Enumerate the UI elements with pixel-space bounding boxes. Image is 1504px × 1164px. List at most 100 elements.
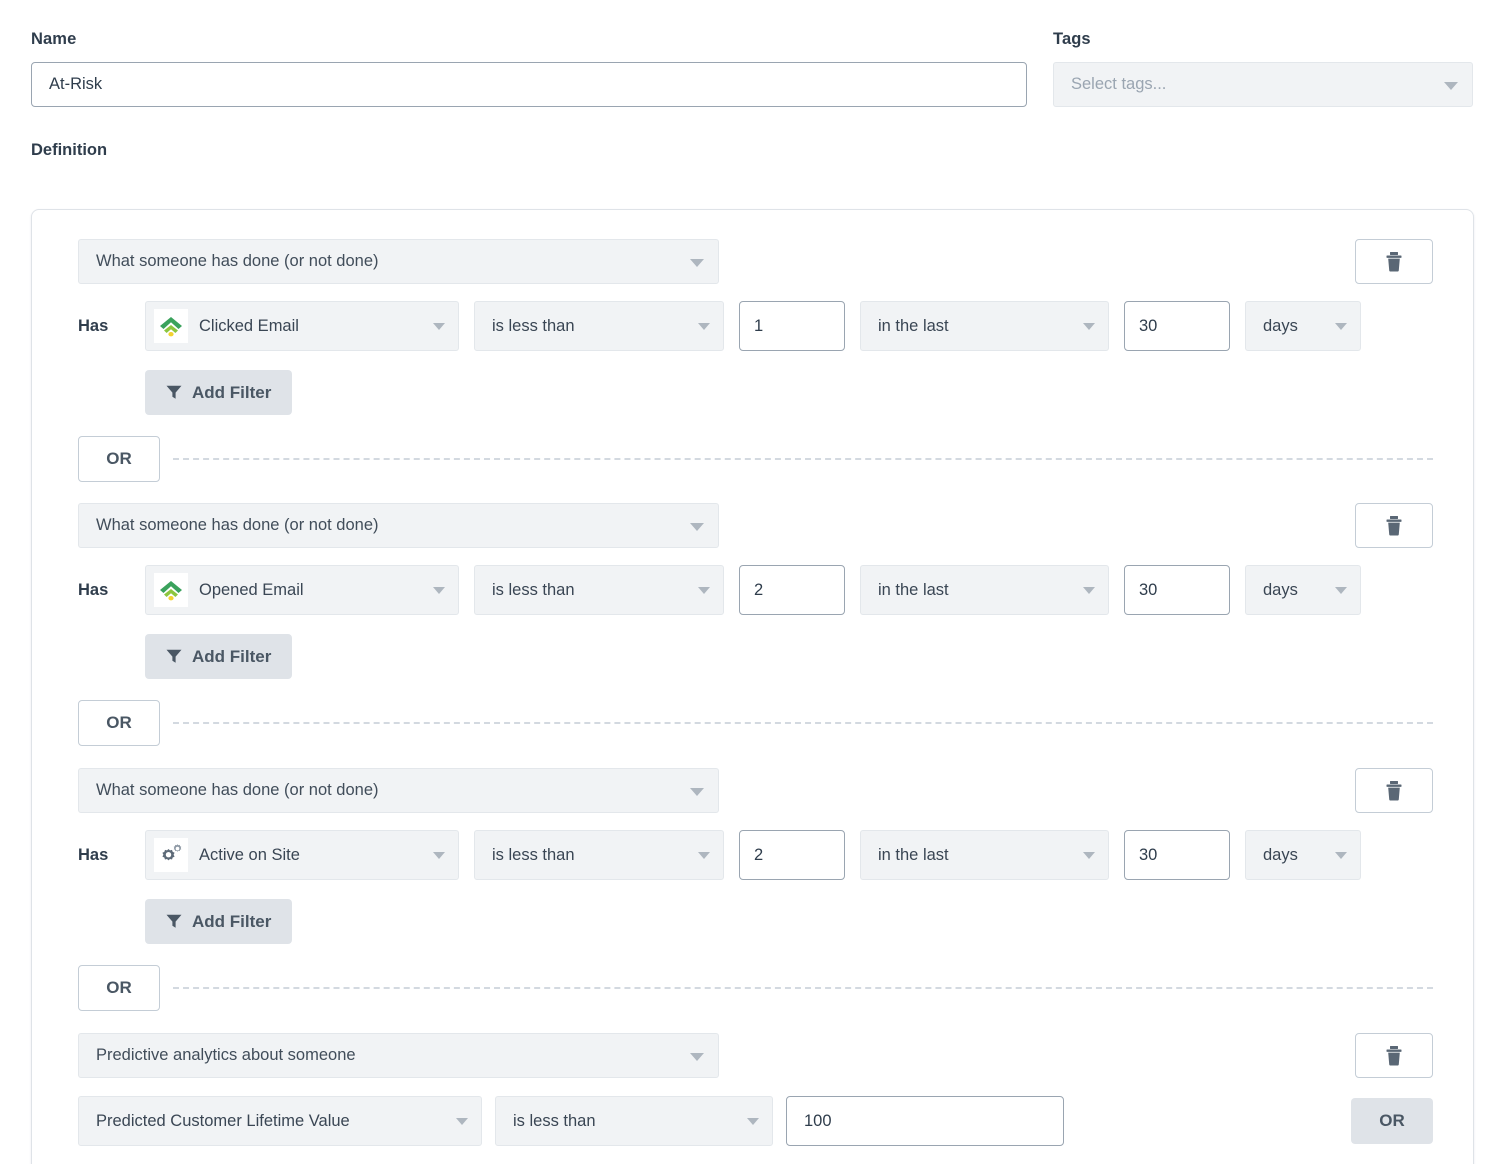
chevron-down-icon (433, 852, 445, 859)
chevron-down-icon (1083, 852, 1095, 859)
operator-label: is less than (492, 316, 575, 335)
chevron-down-icon (690, 522, 704, 531)
condition-group: What someone has done (or not done) Has (32, 239, 1473, 482)
condition-row: Has Opened Email is less than 2 in the l… (78, 565, 1433, 615)
trash-icon (1386, 515, 1402, 535)
or-divider: OR (78, 436, 1433, 482)
add-filter-button[interactable]: Add Filter (145, 370, 293, 415)
tags-placeholder: Select tags... (1071, 75, 1167, 93)
delete-condition-button[interactable] (1355, 1033, 1433, 1078)
operator-select[interactable]: is less than (474, 830, 724, 880)
metric-select[interactable]: Active on Site (145, 830, 459, 880)
metric-select[interactable]: Clicked Email (145, 301, 459, 351)
metric-select[interactable]: Opened Email (145, 565, 459, 615)
operator-select[interactable]: is less than (474, 565, 724, 615)
timeframe-label: in the last (878, 316, 949, 335)
metric-name: Active on Site (199, 845, 300, 864)
chevron-down-icon (433, 323, 445, 330)
chevron-down-icon (433, 587, 445, 594)
add-filter-button[interactable]: Add Filter (145, 899, 293, 944)
condition-type-label: What someone has done (or not done) (96, 781, 379, 799)
condition-group: What someone has done (or not done) Has (32, 503, 1473, 746)
condition-type-label: What someone has done (or not done) (96, 516, 379, 534)
predictive-attribute-label: Predicted Customer Lifetime Value (96, 1111, 350, 1130)
duration-unit-label: days (1263, 845, 1298, 864)
chevron-down-icon (698, 852, 710, 859)
duration-input[interactable] (1124, 565, 1230, 615)
count-input[interactable] (739, 830, 845, 880)
klaviyo-logo-icon (154, 573, 188, 607)
chevron-down-icon (1444, 81, 1458, 90)
has-label: Has (78, 316, 109, 335)
delete-condition-button[interactable] (1355, 768, 1433, 813)
count-input[interactable] (739, 301, 845, 351)
filter-icon (166, 385, 182, 399)
duration-input[interactable] (1124, 301, 1230, 351)
definition-label: Definition (31, 141, 108, 159)
condition-row: Has Clicked Email is less than 1 in the … (78, 301, 1433, 351)
condition-type-select[interactable]: What someone has done (or not done) (78, 503, 719, 548)
add-filter-label: Add Filter (192, 646, 272, 666)
name-input[interactable] (31, 62, 1027, 107)
klaviyo-logo-icon (154, 309, 188, 343)
or-connector-button[interactable]: OR (78, 700, 160, 746)
add-filter-button[interactable]: Add Filter (145, 634, 293, 679)
operator-select[interactable]: is less than (474, 301, 724, 351)
chevron-down-icon (690, 1052, 704, 1061)
tags-label: Tags (1053, 30, 1091, 48)
predictive-attribute-select[interactable]: Predicted Customer Lifetime Value (78, 1096, 482, 1146)
or-connector-button[interactable]: OR (78, 965, 160, 1011)
tags-field-group: Tags Select tags... (1053, 30, 1473, 107)
has-label: Has (78, 845, 109, 864)
condition-type-select[interactable]: What someone has done (or not done) (78, 768, 719, 813)
timeframe-select[interactable]: in the last (860, 830, 1109, 880)
predictive-value-input[interactable] (786, 1096, 1064, 1146)
metric-name: Opened Email (199, 580, 304, 599)
gears-icon (154, 838, 188, 872)
condition-type-label: Predictive analytics about someone (96, 1046, 356, 1064)
duration-unit-label: days (1263, 580, 1298, 599)
predictive-condition-row: Predicted Customer Lifetime Value is les… (78, 1096, 1433, 1146)
duration-input[interactable] (1124, 830, 1230, 880)
add-or-condition-button[interactable]: OR (1351, 1098, 1433, 1144)
condition-group-header: What someone has done (or not done) (78, 239, 1433, 284)
condition-type-select[interactable]: What someone has done (or not done) (78, 239, 719, 284)
operator-label: is less than (492, 580, 575, 599)
timeframe-label: in the last (878, 580, 949, 599)
delete-condition-button[interactable] (1355, 503, 1433, 548)
chevron-down-icon (1083, 323, 1095, 330)
duration-unit-select[interactable]: days (1245, 301, 1361, 351)
name-label: Name (31, 30, 77, 48)
filter-icon (166, 914, 182, 928)
chevron-down-icon (456, 1118, 468, 1125)
predictive-group: Predictive analytics about someone Predi… (32, 1033, 1473, 1146)
condition-type-select[interactable]: Predictive analytics about someone (78, 1033, 719, 1078)
duration-unit-select[interactable]: days (1245, 565, 1361, 615)
predictive-group-header: Predictive analytics about someone (78, 1033, 1433, 1078)
add-filter-label: Add Filter (192, 911, 272, 931)
operator-label: is less than (492, 845, 575, 864)
trash-icon (1386, 1045, 1402, 1065)
predictive-operator-select[interactable]: is less than (495, 1096, 773, 1146)
chevron-down-icon (1083, 587, 1095, 594)
chevron-down-icon (698, 323, 710, 330)
top-fields-row: Name Tags Select tags... (0, 0, 1504, 107)
or-connector-button[interactable]: OR (78, 436, 160, 482)
delete-condition-button[interactable] (1355, 239, 1433, 284)
metric-name: Clicked Email (199, 316, 299, 335)
condition-group-header: What someone has done (or not done) (78, 768, 1433, 813)
segment-definition-page: Name Tags Select tags... Definition What… (0, 0, 1504, 1164)
trash-icon (1386, 251, 1402, 271)
trash-icon (1386, 780, 1402, 800)
predictive-operator-label: is less than (513, 1111, 596, 1130)
add-filter-wrap: Add Filter (78, 370, 1433, 415)
tags-select[interactable]: Select tags... (1053, 62, 1473, 107)
duration-unit-select[interactable]: days (1245, 830, 1361, 880)
timeframe-select[interactable]: in the last (860, 565, 1109, 615)
divider-line (173, 722, 1433, 724)
add-filter-wrap: Add Filter (78, 899, 1433, 944)
condition-type-label: What someone has done (or not done) (96, 252, 379, 270)
count-input[interactable] (739, 565, 845, 615)
timeframe-select[interactable]: in the last (860, 301, 1109, 351)
definition-panel: What someone has done (or not done) Has (31, 209, 1474, 1164)
